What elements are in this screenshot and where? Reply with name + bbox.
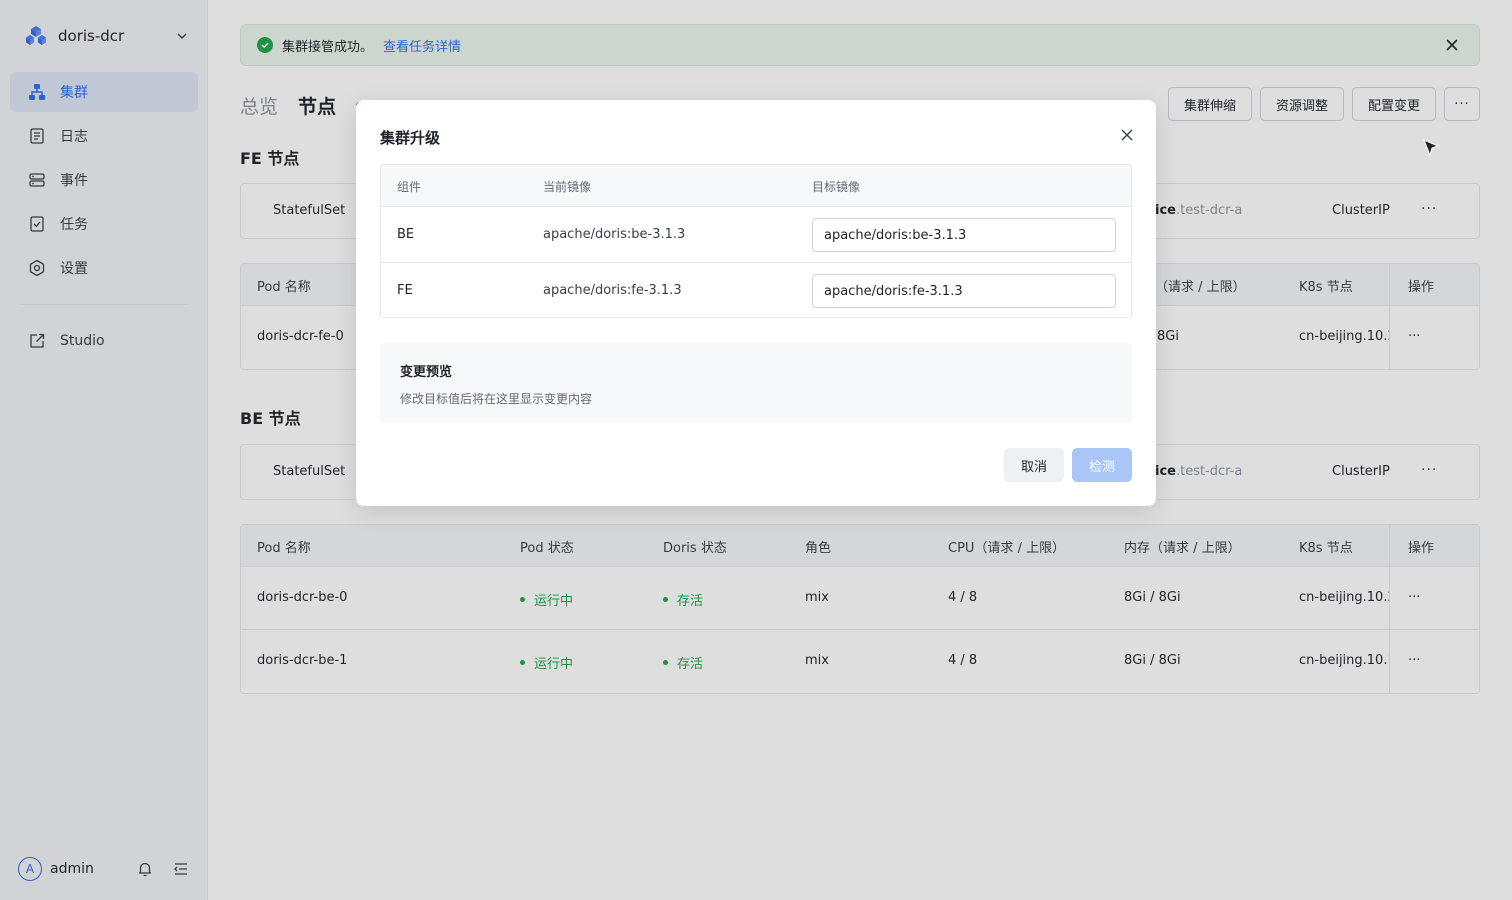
table-header: 组件 当前镜像 目标镜像 <box>381 165 1131 207</box>
table-row: BE apache/doris:be-3.1.3 <box>381 207 1131 263</box>
table-row: FE apache/doris:fe-3.1.3 <box>381 263 1131 317</box>
component-name: BE <box>397 227 415 242</box>
modal-title: 集群升级 <box>380 129 441 147</box>
change-preview: 变更预览 修改目标值后将在这里显示变更内容 <box>380 343 1132 423</box>
current-image: apache/doris:be-3.1.3 <box>543 227 686 242</box>
col-component: 组件 <box>397 180 422 194</box>
target-image-input-be[interactable] <box>812 218 1116 252</box>
upgrade-modal: 集群升级 组件 当前镜像 目标镜像 BE apache/doris:be-3.1… <box>356 100 1156 506</box>
close-icon[interactable] <box>1120 128 1134 142</box>
current-image: apache/doris:fe-3.1.3 <box>543 283 682 298</box>
target-image-input-fe[interactable] <box>812 274 1116 308</box>
check-button[interactable]: 检测 <box>1072 448 1132 482</box>
mouse-cursor-icon <box>1423 139 1440 157</box>
cancel-button[interactable]: 取消 <box>1004 448 1064 482</box>
col-current-image: 当前镜像 <box>543 180 592 194</box>
component-name: FE <box>397 283 413 298</box>
preview-title: 变更预览 <box>400 365 453 380</box>
col-target-image: 目标镜像 <box>812 180 861 194</box>
image-table: 组件 当前镜像 目标镜像 BE apache/doris:be-3.1.3 FE… <box>380 164 1132 318</box>
preview-description: 修改目标值后将在这里显示变更内容 <box>400 392 593 406</box>
